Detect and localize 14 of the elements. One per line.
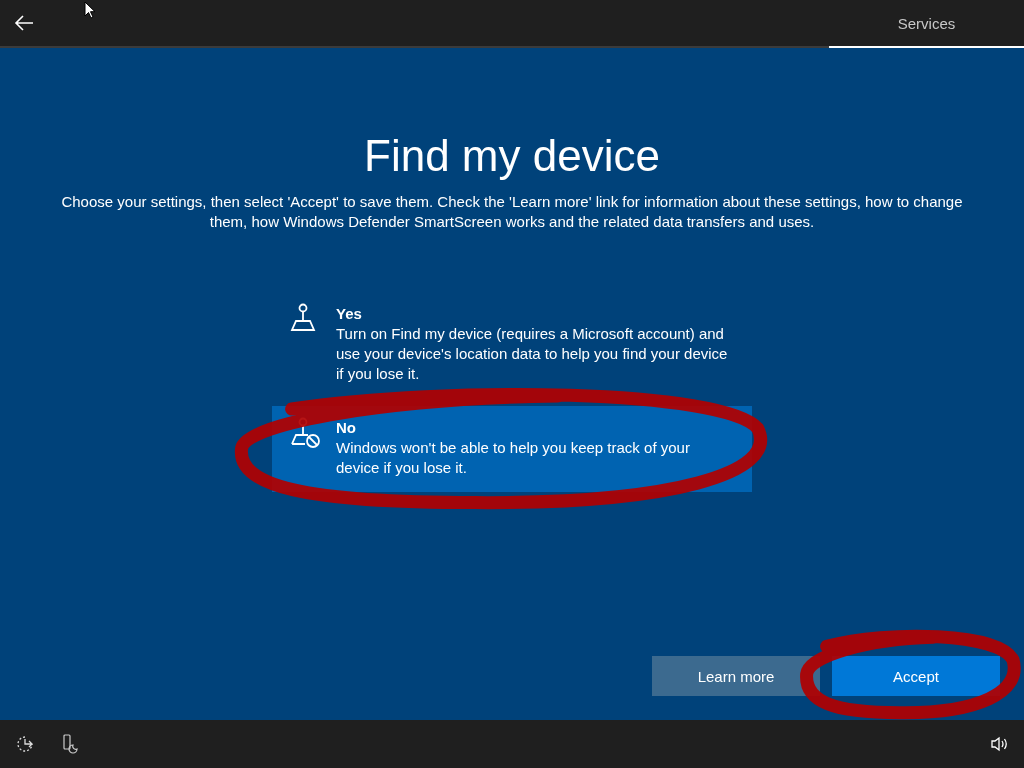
accept-button[interactable]: Accept: [832, 656, 1000, 696]
microphone-moon-icon[interactable]: [62, 734, 78, 754]
description-text: Choose your settings, then select 'Accept' to save them. Check the 'Learn more' link for information about these settings, how to change them, how Windows Defender SmartScreen works and the related data transfers and uses.: [60, 192, 964, 232]
volume-icon[interactable]: [990, 736, 1008, 752]
mouse-cursor-icon: [84, 1, 95, 19]
option-title: No: [336, 418, 357, 438]
back-arrow-icon[interactable]: [14, 15, 34, 31]
option-description: Windows won't be able to help you keep track of your device if you lose it.: [336, 438, 691, 478]
option-card[interactable]: Yes Turn on Find my device (requires a Microsoft account) and use your device's location data to help you find your device if you lose it.: [272, 292, 752, 398]
learn-more-button[interactable]: Learn more: [652, 656, 820, 696]
ease-of-access-icon[interactable]: [16, 735, 34, 753]
page-title: Find my device: [364, 130, 660, 182]
option-description: Turn on Find my device (requires a Microsoft account) and use your device's location data to help you find your device if you lose it.: [336, 324, 729, 384]
option-title: Yes: [336, 304, 363, 324]
